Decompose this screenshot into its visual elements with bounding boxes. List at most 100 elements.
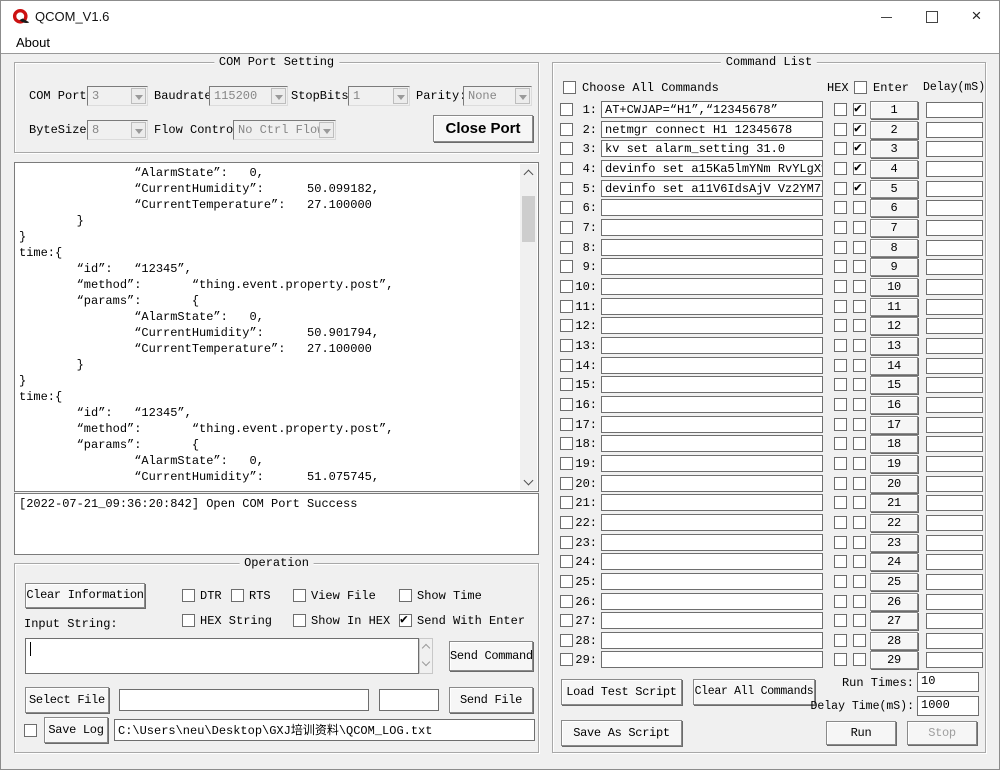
command-number-button[interactable]: 22	[870, 514, 918, 532]
delay-input[interactable]	[926, 535, 983, 551]
row-hex-checkbox[interactable]	[834, 437, 847, 450]
row-enter-checkbox[interactable]	[853, 516, 866, 529]
row-hex-checkbox[interactable]	[834, 201, 847, 214]
command-input[interactable]	[601, 435, 823, 452]
command-input[interactable]	[601, 278, 823, 295]
row-hex-checkbox[interactable]	[834, 162, 847, 175]
minimize-button-icon[interactable]	[864, 1, 909, 32]
row-hex-checkbox[interactable]	[834, 300, 847, 313]
delay-input[interactable]	[926, 240, 983, 256]
row-enter-checkbox[interactable]	[853, 123, 866, 136]
command-number-button[interactable]: 21	[870, 494, 918, 512]
command-input[interactable]: netmgr connect H1 12345678	[601, 121, 823, 138]
delay-input[interactable]	[926, 200, 983, 216]
delay-input[interactable]	[926, 279, 983, 295]
row-hex-checkbox[interactable]	[834, 123, 847, 136]
row-hex-checkbox[interactable]	[834, 634, 847, 647]
row-hex-checkbox[interactable]	[834, 260, 847, 273]
save-log-button[interactable]: Save Log	[44, 717, 108, 743]
command-input[interactable]	[601, 514, 823, 531]
command-number-button[interactable]: 2	[870, 121, 918, 139]
row-enter-checkbox[interactable]	[853, 575, 866, 588]
maximize-button-icon[interactable]	[909, 1, 954, 32]
row-hex-checkbox[interactable]	[834, 516, 847, 529]
delay-input[interactable]	[926, 515, 983, 531]
delay-input[interactable]	[926, 554, 983, 570]
parity-combo[interactable]: None	[463, 86, 532, 106]
receive-text-area[interactable]: “AlarmState”: 0, “CurrentHumidity”: 50.0…	[14, 162, 539, 492]
command-input[interactable]	[601, 239, 823, 256]
enter-all-checkbox[interactable]	[854, 81, 867, 94]
send-with-enter-checkbox[interactable]	[399, 614, 412, 627]
delay-input[interactable]	[926, 181, 983, 197]
command-input[interactable]	[601, 337, 823, 354]
delay-input[interactable]	[926, 476, 983, 492]
choose-all-commands-checkbox[interactable]	[563, 81, 576, 94]
row-hex-checkbox[interactable]	[834, 595, 847, 608]
flow-control-combo[interactable]: No Ctrl Flow	[233, 120, 336, 140]
command-number-button[interactable]: 16	[870, 396, 918, 414]
row-enter-checkbox[interactable]	[853, 653, 866, 666]
command-number-button[interactable]: 15	[870, 376, 918, 394]
command-number-button[interactable]: 26	[870, 593, 918, 611]
row-enter-checkbox[interactable]	[853, 339, 866, 352]
send-file-button[interactable]: Send File	[449, 687, 533, 713]
delay-input[interactable]	[926, 161, 983, 177]
chevron-down-icon[interactable]	[319, 122, 334, 138]
command-input[interactable]	[601, 396, 823, 413]
row-enter-checkbox[interactable]	[853, 418, 866, 431]
row-hex-checkbox[interactable]	[834, 359, 847, 372]
command-number-button[interactable]: 1	[870, 101, 918, 119]
command-number-button[interactable]: 5	[870, 180, 918, 198]
log-text-area[interactable]: [2022-07-21_09:36:20:842] Open COM Port …	[14, 493, 539, 555]
row-hex-checkbox[interactable]	[834, 575, 847, 588]
delay-input[interactable]	[926, 102, 983, 118]
delay-input[interactable]	[926, 436, 983, 452]
row-enter-checkbox[interactable]	[853, 457, 866, 470]
command-input[interactable]: kv set alarm_setting 31.0	[601, 140, 823, 157]
load-test-script-button[interactable]: Load Test Script	[561, 679, 682, 705]
chevron-down-icon[interactable]	[271, 88, 286, 104]
input-string-field[interactable]	[25, 638, 419, 674]
command-number-button[interactable]: 29	[870, 651, 918, 669]
row-enter-checkbox[interactable]	[853, 496, 866, 509]
delay-input[interactable]	[926, 495, 983, 511]
stop-button[interactable]: Stop	[907, 721, 977, 745]
command-input[interactable]	[601, 494, 823, 511]
command-input[interactable]	[601, 219, 823, 236]
command-number-button[interactable]: 14	[870, 357, 918, 375]
command-input[interactable]	[601, 376, 823, 393]
row-hex-checkbox[interactable]	[834, 280, 847, 293]
chevron-down-icon[interactable]	[515, 88, 530, 104]
row-enter-checkbox[interactable]	[853, 536, 866, 549]
run-button[interactable]: Run	[826, 721, 896, 745]
run-times-field[interactable]: 10	[917, 672, 979, 692]
command-input[interactable]	[601, 573, 823, 590]
row-enter-checkbox[interactable]	[853, 221, 866, 234]
bytesize-combo[interactable]: 8	[87, 120, 148, 140]
close-port-button[interactable]: Close Port	[433, 115, 533, 142]
command-number-button[interactable]: 20	[870, 475, 918, 493]
delay-input[interactable]	[926, 397, 983, 413]
command-number-button[interactable]: 28	[870, 632, 918, 650]
row-enter-checkbox[interactable]	[853, 398, 866, 411]
command-number-button[interactable]: 17	[870, 416, 918, 434]
show-in-hex-checkbox[interactable]	[293, 614, 306, 627]
row-hex-checkbox[interactable]	[834, 378, 847, 391]
hex-string-checkbox[interactable]	[182, 614, 195, 627]
command-input[interactable]	[601, 553, 823, 570]
scroll-up-icon[interactable]	[520, 164, 537, 181]
row-hex-checkbox[interactable]	[834, 477, 847, 490]
delay-input[interactable]	[926, 122, 983, 138]
command-input[interactable]	[601, 199, 823, 216]
command-number-button[interactable]: 23	[870, 534, 918, 552]
delay-input[interactable]	[926, 299, 983, 315]
row-hex-checkbox[interactable]	[834, 418, 847, 431]
clear-information-button[interactable]: Clear Information	[25, 583, 145, 608]
baudrate-combo[interactable]: 115200	[209, 86, 288, 106]
delay-input[interactable]	[926, 259, 983, 275]
row-enter-checkbox[interactable]	[853, 300, 866, 313]
com-port-combo[interactable]: 3	[87, 86, 148, 106]
row-enter-checkbox[interactable]	[853, 437, 866, 450]
command-number-button[interactable]: 10	[870, 278, 918, 296]
